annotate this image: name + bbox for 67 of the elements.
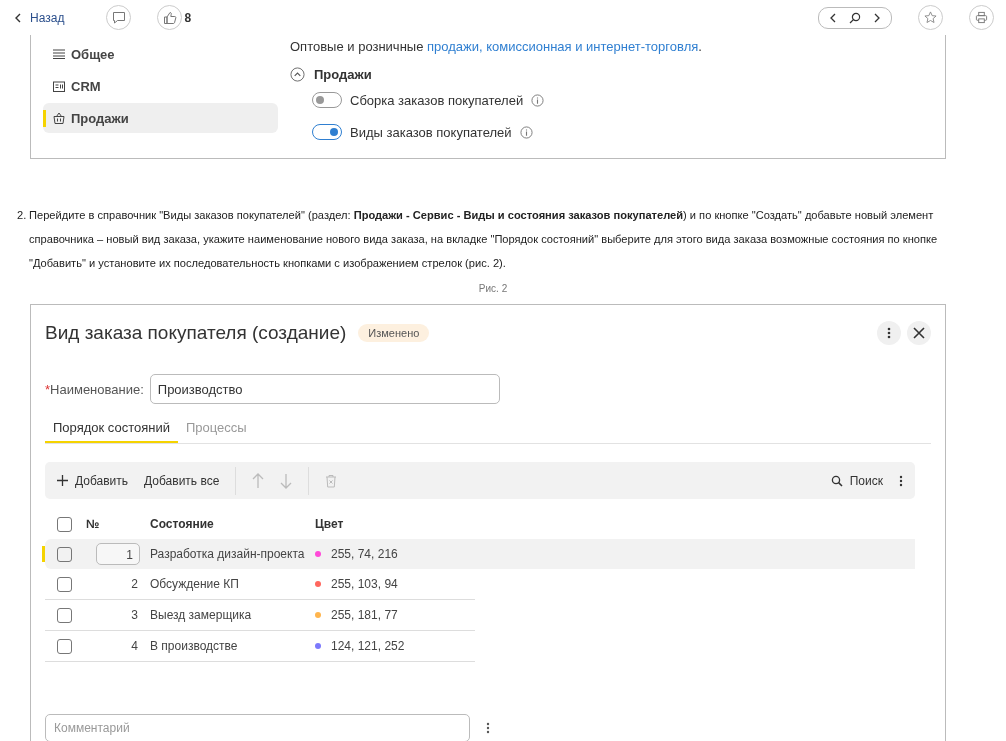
- back-link[interactable]: Назад: [14, 10, 65, 25]
- search-icon: [830, 474, 843, 487]
- star-icon: [924, 11, 937, 24]
- close-button[interactable]: [907, 321, 931, 345]
- table-cell-text: Обсуждение КП: [150, 577, 240, 591]
- more-icon: [899, 474, 903, 487]
- table-cell: 255, 181, 77: [331, 608, 398, 622]
- search-button[interactable]: Поиск: [830, 473, 883, 488]
- sidebar-item[interactable]: Общее: [43, 39, 278, 69]
- dialog-title: Вид заказа покупателя (создание): [45, 322, 347, 344]
- row-checkbox[interactable]: [57, 638, 72, 654]
- table-row[interactable]: 3 Выезд замерщика 255, 181, 77: [45, 600, 475, 631]
- toggle-label: Сборка заказов покупателей: [350, 92, 524, 108]
- toggle-label: Виды заказов покупателей: [350, 124, 512, 140]
- sidebar-item[interactable]: CRM: [43, 71, 278, 101]
- speech-bubble-icon: [111, 11, 126, 24]
- tab[interactable]: Порядок состояний: [45, 414, 178, 443]
- table-cell: 255, 103, 94: [331, 577, 398, 591]
- printer-icon: [975, 11, 988, 24]
- basket-icon: [53, 112, 65, 124]
- name-field[interactable]: Производство: [149, 374, 500, 404]
- column-header: Цвет: [315, 517, 344, 531]
- search-icon[interactable]: [849, 11, 861, 24]
- table-row[interactable]: 1 Разработка дизайн-проекта 255, 74, 216: [45, 539, 915, 569]
- section-header[interactable]: Продажи: [290, 64, 702, 84]
- collapse-icon: [290, 66, 305, 82]
- more-icon[interactable]: [486, 722, 490, 734]
- more-icon: [887, 327, 891, 339]
- close-icon: [913, 327, 925, 339]
- status-badge: Изменено: [358, 324, 430, 342]
- previous-icon[interactable]: [829, 12, 837, 23]
- comment-field[interactable]: Комментарий: [45, 714, 470, 741]
- column-header: №: [86, 517, 101, 531]
- row-checkbox[interactable]: [57, 546, 72, 562]
- table-cell-text: 2: [131, 577, 139, 591]
- thumbs-up-icon: [162, 10, 177, 25]
- like-count: 8: [184, 10, 192, 25]
- next-icon[interactable]: [873, 12, 881, 23]
- table-cell: 255, 74, 216: [331, 547, 398, 561]
- sidebar-item[interactable]: Продажи: [43, 103, 278, 133]
- table-cell-text: 4: [131, 639, 139, 653]
- list-icon: [53, 49, 65, 59]
- info-icon[interactable]: [531, 93, 545, 107]
- description-text: Оптовые и розничные продажи, комиссионная и интернет-торговля.: [290, 39, 702, 54]
- instruction-text: Перейдите в справочник "Виды заказов покупателей" (раздел: Продажи - Сервис - Виды и состояния заказов покупателей) и по кнопке "Создать" добавьте новый элемент справочника – новый вид заказа, укажите наименование нового вида заказа, на вкладке "Порядок состояний" выберите для этого вида заказа возможные состояния по кнопке "Добавить" и установите их последовательность кнопками с изображением стрелок (рис. 2).: [29, 208, 939, 271]
- more-button[interactable]: [899, 474, 903, 487]
- info-icon[interactable]: [519, 125, 533, 139]
- select-all-checkbox[interactable]: [57, 516, 72, 532]
- table-row[interactable]: 4 В производстве 124, 121, 252: [45, 631, 475, 662]
- column-header: Состояние: [150, 517, 215, 531]
- figure-caption: Рис. 2: [477, 283, 509, 294]
- table-cell-text: В производстве: [150, 639, 239, 653]
- table-row[interactable]: 2 Обсуждение КП 255, 103, 94: [45, 569, 475, 600]
- table-cell-text: Выезд замерщика: [150, 608, 253, 622]
- name-label: *Наименование:: [45, 381, 144, 397]
- plus-icon: [57, 475, 68, 486]
- id-card-icon: [53, 80, 65, 92]
- add-all-button[interactable]: Добавить все: [144, 473, 220, 488]
- row-checkbox[interactable]: [57, 576, 72, 592]
- table-cell-text: 3: [131, 608, 139, 622]
- step-number: 2.: [17, 208, 28, 223]
- table-cell: 1: [96, 543, 140, 565]
- add-button[interactable]: Добавить: [57, 473, 129, 488]
- table-cell: 124, 121, 252: [331, 639, 405, 653]
- chevron-left-icon: [14, 12, 22, 23]
- table-cell-text: Разработка дизайн-проекта: [150, 547, 306, 561]
- row-checkbox[interactable]: [57, 607, 72, 623]
